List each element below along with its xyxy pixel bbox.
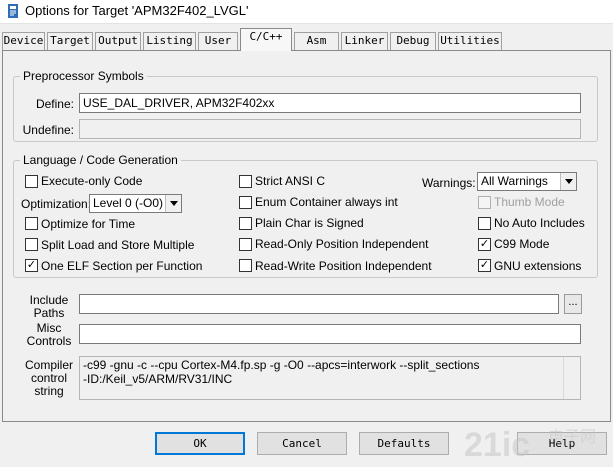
gnu-extensions-checkbox[interactable]: ✓ bbox=[478, 259, 491, 272]
cancel-button[interactable]: Cancel bbox=[257, 432, 347, 455]
c99-mode-label: C99 Mode bbox=[494, 237, 550, 251]
compiler-control-string[interactable]: -c99 -gnu -c --cpu Cortex-M4.fp.sp -g -O… bbox=[79, 356, 581, 400]
ok-button[interactable]: OK bbox=[155, 432, 245, 455]
define-label: Define: bbox=[35, 97, 74, 111]
one-elf-label: One ELF Section per Function bbox=[41, 259, 203, 273]
compiler-string-label-line1: Compiler bbox=[24, 358, 73, 372]
optimize-time-label: Optimize for Time bbox=[41, 217, 136, 231]
tab-linker[interactable]: Linker bbox=[341, 32, 388, 50]
c99-mode-checkbox[interactable]: ✓ bbox=[478, 238, 491, 251]
compiler-string-line2: -ID:/Keil_v5/ARM/RV31/INC bbox=[83, 372, 233, 386]
misc-controls-label-line2: Controls bbox=[26, 334, 72, 348]
tab-listing[interactable]: Listing bbox=[143, 32, 196, 50]
include-paths-browse-button[interactable]: ... bbox=[564, 294, 582, 314]
include-paths-label-line2: Paths bbox=[33, 306, 65, 320]
misc-controls-input[interactable] bbox=[79, 324, 581, 344]
rw-position-label: Read-Write Position Independent bbox=[255, 259, 432, 273]
undefine-label: Undefine: bbox=[22, 123, 74, 137]
ro-position-label: Read-Only Position Independent bbox=[255, 237, 429, 251]
tab-user[interactable]: User bbox=[198, 32, 238, 50]
window-title: Options for Target 'APM32F402_LVGL' bbox=[25, 3, 249, 18]
cpp-options-panel: Preprocessor Symbols Define: USE_DAL_DRI… bbox=[2, 50, 611, 422]
no-auto-includes-checkbox[interactable] bbox=[478, 217, 491, 230]
split-load-label: Split Load and Store Multiple bbox=[41, 238, 195, 252]
compiler-string-label-line3: string bbox=[34, 384, 64, 398]
tab-asm[interactable]: Asm bbox=[294, 32, 339, 50]
gnu-extensions-label: GNU extensions bbox=[494, 259, 582, 273]
tab-debug[interactable]: Debug bbox=[390, 32, 436, 50]
define-input[interactable]: USE_DAL_DRIVER, APM32F402xx bbox=[79, 93, 581, 113]
plain-char-label: Plain Char is Signed bbox=[255, 216, 364, 230]
misc-controls-label: Misc Controls bbox=[21, 322, 77, 348]
include-paths-label: Include Paths bbox=[21, 294, 77, 320]
compiler-string-label-line2: control bbox=[30, 371, 68, 385]
title-bar[interactable]: Options for Target 'APM32F402_LVGL' bbox=[0, 0, 613, 24]
strict-ansi-checkbox[interactable] bbox=[239, 175, 252, 188]
keil-app-icon bbox=[8, 4, 18, 18]
enum-int-label: Enum Container always int bbox=[255, 195, 398, 209]
one-elf-checkbox[interactable]: ✓ bbox=[25, 259, 38, 272]
chevron-down-icon bbox=[165, 195, 181, 212]
chevron-down-icon bbox=[560, 173, 576, 190]
optimization-value: Level 0 (-O0) bbox=[93, 196, 164, 210]
include-paths-input[interactable] bbox=[79, 294, 559, 314]
optimize-time-checkbox[interactable] bbox=[25, 217, 38, 230]
tab-c-cpp[interactable]: C/C++ bbox=[240, 28, 292, 51]
undefine-input[interactable] bbox=[79, 119, 581, 139]
strict-ansi-label: Strict ANSI C bbox=[255, 174, 326, 188]
enum-int-checkbox[interactable] bbox=[239, 196, 252, 209]
warnings-value: All Warnings bbox=[481, 174, 548, 188]
tab-strip: Device Target Output Listing User C/C++ … bbox=[0, 28, 613, 51]
execute-only-checkbox[interactable] bbox=[25, 175, 38, 188]
language-legend: Language / Code Generation bbox=[23, 153, 178, 167]
compiler-string-scrollbar[interactable] bbox=[563, 357, 580, 399]
thumb-mode-checkbox[interactable] bbox=[478, 196, 491, 209]
warnings-label: Warnings: bbox=[422, 176, 476, 190]
no-auto-includes-label: No Auto Includes bbox=[494, 216, 585, 230]
include-paths-label-line1: Include bbox=[29, 293, 69, 307]
tab-output[interactable]: Output bbox=[95, 32, 141, 50]
compiler-string-line1: -c99 -gnu -c --cpu Cortex-M4.fp.sp -g -O… bbox=[83, 358, 480, 372]
tab-device[interactable]: Device bbox=[2, 32, 45, 50]
optimization-select[interactable]: Level 0 (-O0) bbox=[89, 194, 182, 213]
tab-target[interactable]: Target bbox=[47, 32, 93, 50]
tab-utilities[interactable]: Utilities bbox=[438, 32, 502, 50]
ro-position-checkbox[interactable] bbox=[239, 238, 252, 251]
warnings-select[interactable]: All Warnings bbox=[477, 172, 577, 191]
help-button[interactable]: Help bbox=[517, 432, 607, 455]
misc-controls-label-line1: Misc bbox=[36, 321, 62, 335]
split-load-checkbox[interactable] bbox=[25, 238, 38, 251]
rw-position-checkbox[interactable] bbox=[239, 259, 252, 272]
thumb-mode-label: Thumb Mode bbox=[494, 195, 565, 209]
optimization-label: Optimization: bbox=[21, 197, 92, 211]
execute-only-label: Execute-only Code bbox=[41, 174, 143, 188]
defaults-button[interactable]: Defaults bbox=[359, 432, 449, 455]
preprocessor-legend: Preprocessor Symbols bbox=[23, 69, 144, 83]
plain-char-checkbox[interactable] bbox=[239, 217, 252, 230]
compiler-string-label: Compiler control string bbox=[21, 359, 77, 398]
